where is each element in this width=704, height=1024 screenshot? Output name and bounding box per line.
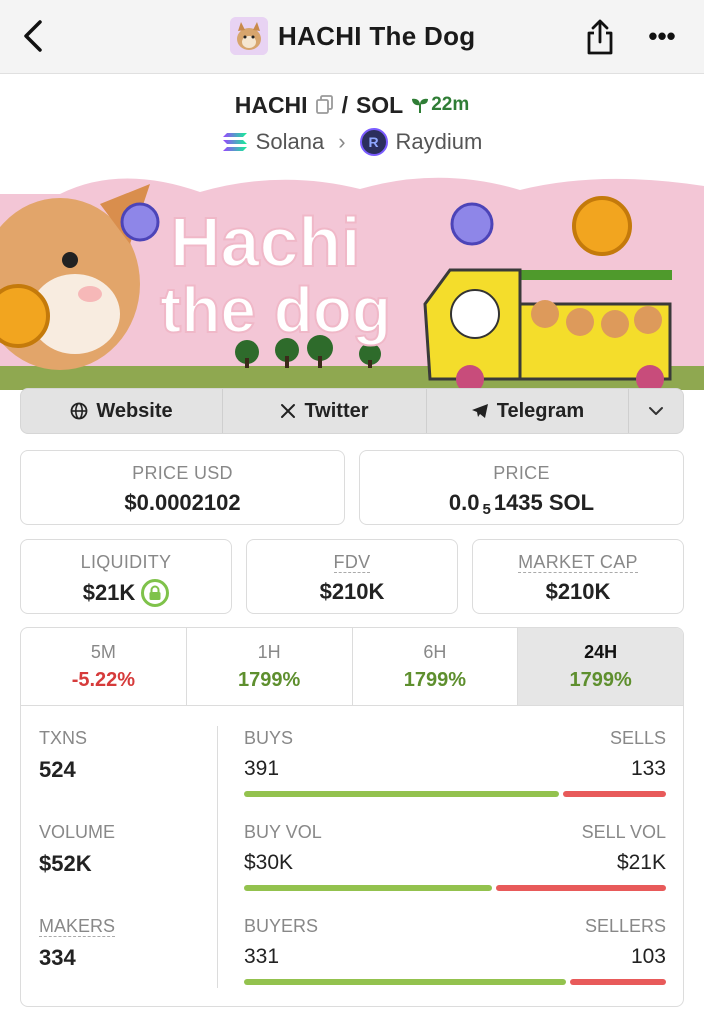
- buys-bar-fill: [244, 791, 559, 797]
- price-sol-subscript: 5: [482, 500, 491, 518]
- liquidity-box: LIQUIDITY $21K: [20, 539, 232, 614]
- buyers-sellers-bar: [244, 979, 666, 985]
- buys-sells-stat: BUYS SELLS 391 133: [244, 728, 666, 797]
- buys-sells-bar: [244, 791, 666, 797]
- column-divider: [217, 726, 218, 988]
- fdv-box: FDV $210K: [246, 539, 458, 614]
- chevron-down-icon: [649, 407, 663, 415]
- liquidity-value-row: $21K: [21, 579, 231, 607]
- telegram-icon: [471, 404, 488, 418]
- token-name: HACHI The Dog: [278, 20, 476, 51]
- share-icon[interactable]: [584, 18, 616, 56]
- fdv-label[interactable]: FDV: [247, 552, 457, 573]
- txn-stats-rows: TXNS 524 VOLUME $52K MAKERS 334 BUYS SELL…: [21, 706, 683, 1006]
- price-sol-label: PRICE: [493, 463, 550, 483]
- raydium-logo-icon: R: [359, 128, 388, 156]
- website-link[interactable]: Website: [21, 389, 223, 433]
- market-cap-box: MARKET CAP $210K: [472, 539, 684, 614]
- banner-title-line1: Hachi: [170, 203, 361, 281]
- telegram-link[interactable]: Telegram: [427, 389, 629, 433]
- market-cap-value: $210K: [545, 579, 611, 604]
- tab-24h[interactable]: 24H 1799%: [518, 628, 683, 705]
- quote-symbol: SOL: [355, 91, 404, 118]
- x-logo-icon: [281, 404, 296, 418]
- token-banner: Hachi the dog: [0, 174, 704, 390]
- banner-title-line2: the dog: [160, 274, 391, 346]
- telegram-label: Telegram: [496, 399, 585, 422]
- price-sol-prefix: 0.0: [448, 490, 480, 515]
- sells-bar-fill: [562, 791, 666, 797]
- globe-icon: [70, 402, 88, 420]
- sellers-bar-fill: [569, 979, 666, 985]
- sprout-icon: [412, 98, 429, 113]
- price-sol-value: 0.0 5 1435 SOL: [360, 490, 683, 518]
- buyers-sellers-stat: BUYERS SELLERS 331 103: [244, 916, 666, 985]
- price-usd-box: PRICE USD $0.0002102: [20, 450, 345, 525]
- more-links-dropdown[interactable]: [629, 389, 683, 433]
- base-symbol: HACHI: [234, 91, 308, 118]
- pair-header: HACHI / SOL 22m: [0, 88, 704, 122]
- tab-5m[interactable]: 5M -5.22%: [21, 628, 187, 705]
- txn-stats-card: 5M -5.22% 1H 1799% 6H 1799% 24H 1799% TX…: [20, 627, 684, 1007]
- twitter-link[interactable]: Twitter: [223, 389, 427, 433]
- social-links-bar: Website Twitter Telegram: [20, 388, 684, 434]
- website-label: Website: [96, 399, 173, 422]
- buy-sell-volume-bar: [244, 885, 666, 891]
- more-horizontal-icon[interactable]: •••: [646, 20, 678, 52]
- top-nav-bar: HACHI The Dog •••: [0, 0, 704, 74]
- copy-icon[interactable]: [315, 95, 334, 115]
- lock-icon[interactable]: [141, 579, 170, 607]
- market-cap-label[interactable]: MARKET CAP: [473, 552, 683, 573]
- price-usd-value: $0.0002102: [124, 490, 241, 515]
- tab-1h[interactable]: 1H 1799%: [187, 628, 353, 705]
- liquidity-value: $21K: [82, 580, 136, 605]
- fdv-value: $210K: [319, 579, 385, 604]
- pair-age: 22m: [411, 94, 469, 116]
- pair-age-value: 22m: [431, 94, 470, 115]
- chevron-left-icon[interactable]: [16, 16, 52, 56]
- chevron-right-icon: ›: [338, 129, 346, 154]
- tab-6h[interactable]: 6H 1799%: [353, 628, 519, 705]
- chain-info: Solana › R Raydium: [0, 126, 704, 158]
- price-sol-suffix: 1435 SOL: [493, 490, 595, 515]
- buy-volume-bar-fill: [244, 885, 493, 891]
- chain-name[interactable]: Solana: [256, 129, 325, 155]
- txns-stat: TXNS 524: [39, 728, 88, 782]
- price-usd-label: PRICE USD: [132, 463, 233, 483]
- makers-stat: MAKERS 334: [39, 916, 116, 970]
- volume-stat: VOLUME $52K: [39, 822, 116, 876]
- liquidity-label: LIQUIDITY: [80, 552, 172, 572]
- price-sol-box: PRICE 0.0 5 1435 SOL: [359, 450, 684, 525]
- token-title: HACHI The Dog: [230, 16, 475, 56]
- dex-name[interactable]: Raydium: [396, 129, 483, 155]
- buyers-bar-fill: [244, 979, 566, 985]
- timeframe-tabs: 5M -5.22% 1H 1799% 6H 1799% 24H 1799%: [21, 628, 683, 706]
- solana-logo-icon: [222, 133, 247, 151]
- buy-sell-volume-stat: BUY VOL SELL VOL $30K $21K: [244, 822, 666, 891]
- pair-separator: /: [341, 91, 348, 118]
- token-avatar: [230, 17, 268, 55]
- twitter-label: Twitter: [304, 399, 369, 422]
- sell-volume-bar-fill: [496, 885, 666, 891]
